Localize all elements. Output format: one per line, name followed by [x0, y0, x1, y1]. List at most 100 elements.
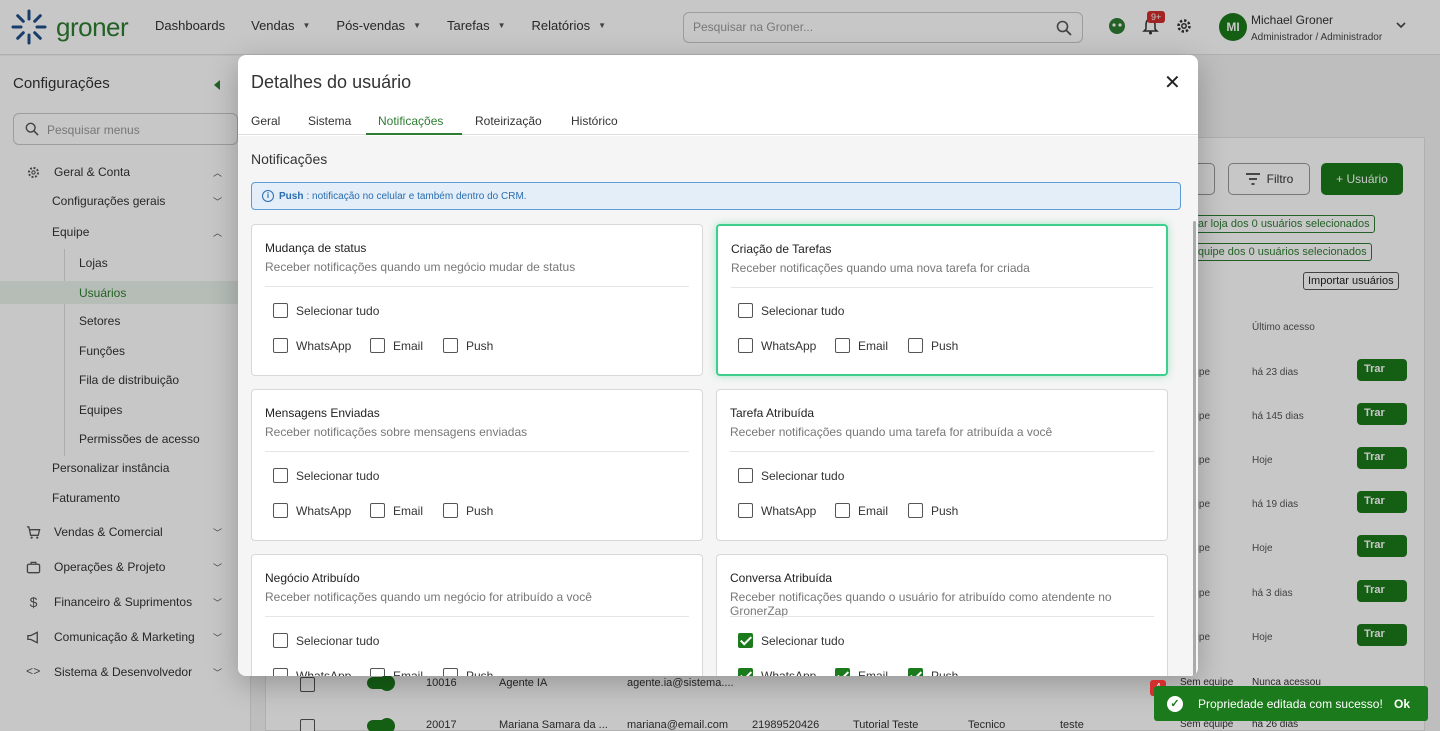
modal-body: Notificações i Push: notificação no celu…	[238, 136, 1198, 676]
card-title: Criação de Tarefas	[731, 242, 832, 256]
whatsapp-checkbox[interactable]	[738, 668, 753, 676]
option-label: Push	[466, 668, 494, 677]
card-description: Receber notificações quando um negócio m…	[265, 260, 576, 274]
option-label: Email	[393, 503, 424, 518]
email-option[interactable]: Email	[370, 668, 423, 676]
option-label: WhatsApp	[761, 503, 817, 518]
option-label: WhatsApp	[761, 668, 817, 677]
email-checkbox[interactable]	[835, 503, 850, 518]
option-label: Selecionar tudo	[296, 468, 380, 483]
card-title: Negócio Atribuído	[265, 571, 360, 585]
whatsapp-checkbox[interactable]	[273, 338, 288, 353]
select-all-option[interactable]: Selecionar tudo	[273, 303, 379, 318]
option-label: Push	[466, 338, 494, 353]
info-bold: Push	[279, 190, 304, 202]
notification-card-negocio-atribuido: Negócio Atribuído Receber notificações qu…	[251, 554, 703, 676]
select-all-option[interactable]: Selecionar tudo	[273, 468, 379, 483]
option-label: Email	[393, 338, 424, 353]
push-checkbox[interactable]	[908, 338, 923, 353]
push-option[interactable]: Push	[443, 338, 493, 353]
push-checkbox[interactable]	[443, 668, 458, 676]
select-all-option[interactable]: Selecionar tudo	[738, 468, 844, 483]
option-label: Push	[931, 338, 959, 353]
notification-card-criacao-tarefas: Criação de Tarefas Receber notificações q…	[716, 224, 1168, 376]
select-all-checkbox[interactable]	[738, 468, 753, 483]
option-label: WhatsApp	[296, 503, 352, 518]
email-checkbox[interactable]	[370, 668, 385, 676]
email-checkbox[interactable]	[835, 668, 850, 676]
option-label: Email	[858, 668, 889, 677]
push-checkbox[interactable]	[443, 503, 458, 518]
select-all-checkbox[interactable]	[738, 303, 753, 318]
info-icon: i	[262, 190, 274, 202]
select-all-checkbox[interactable]	[738, 633, 753, 648]
user-details-modal: Detalhes do usuário ✕ Geral Sistema Noti…	[238, 55, 1198, 676]
option-label: Push	[931, 668, 959, 677]
divider	[265, 286, 689, 287]
push-option[interactable]: Push	[443, 503, 493, 518]
tab-geral[interactable]: Geral	[251, 114, 280, 128]
card-description: Receber notificações quando uma tarefa f…	[730, 425, 1053, 439]
select-all-option[interactable]: Selecionar tudo	[273, 633, 379, 648]
info-text: : notificação no celular e também dentro…	[306, 190, 527, 202]
whatsapp-checkbox[interactable]	[273, 503, 288, 518]
whatsapp-checkbox[interactable]	[738, 338, 753, 353]
option-label: WhatsApp	[296, 668, 352, 677]
whatsapp-option[interactable]: WhatsApp	[738, 338, 816, 353]
select-all-option[interactable]: Selecionar tudo	[738, 303, 844, 318]
option-label: Selecionar tudo	[761, 303, 845, 318]
divider	[730, 616, 1154, 617]
select-all-checkbox[interactable]	[273, 633, 288, 648]
divider	[265, 616, 689, 617]
select-all-option[interactable]: Selecionar tudo	[738, 633, 844, 648]
whatsapp-option[interactable]: WhatsApp	[738, 668, 816, 676]
push-option[interactable]: Push	[908, 668, 958, 676]
select-all-checkbox[interactable]	[273, 303, 288, 318]
email-checkbox[interactable]	[370, 503, 385, 518]
card-title: Mudança de status	[265, 241, 367, 255]
push-option[interactable]: Push	[908, 503, 958, 518]
whatsapp-checkbox[interactable]	[738, 503, 753, 518]
push-checkbox[interactable]	[443, 338, 458, 353]
email-option[interactable]: Email	[835, 503, 888, 518]
email-checkbox[interactable]	[835, 338, 850, 353]
notification-card-mudanca-status: Mudança de status Receber notificações qu…	[251, 224, 703, 376]
option-label: Selecionar tudo	[296, 633, 380, 648]
email-option[interactable]: Email	[370, 503, 423, 518]
push-option[interactable]: Push	[443, 668, 493, 676]
email-option[interactable]: Email	[835, 338, 888, 353]
notification-card-mensagens-enviadas: Mensagens Enviadas Receber notificações s…	[251, 389, 703, 541]
whatsapp-option[interactable]: WhatsApp	[738, 503, 816, 518]
whatsapp-option[interactable]: WhatsApp	[273, 503, 351, 518]
toast-ok-button[interactable]: Ok	[1394, 697, 1410, 711]
whatsapp-option[interactable]: WhatsApp	[273, 338, 351, 353]
toast-message: Propriedade editada com sucesso!	[1198, 697, 1383, 711]
push-checkbox[interactable]	[908, 503, 923, 518]
close-icon[interactable]: ✕	[1164, 73, 1181, 93]
email-option[interactable]: Email	[835, 668, 888, 676]
push-checkbox[interactable]	[908, 668, 923, 676]
card-description: Receber notificações sobre mensagens env…	[265, 425, 528, 439]
push-option[interactable]: Push	[908, 338, 958, 353]
option-label: Selecionar tudo	[761, 468, 845, 483]
tab-notificacoes[interactable]: Notificações	[378, 114, 443, 128]
whatsapp-option[interactable]: WhatsApp	[273, 668, 351, 676]
notification-card-conversa-atribuida: Conversa Atribuída Receber notificações q…	[716, 554, 1168, 676]
option-label: Email	[858, 503, 889, 518]
option-label: WhatsApp	[761, 338, 817, 353]
active-tab-indicator	[366, 133, 462, 135]
tab-historico[interactable]: Histórico	[571, 114, 618, 128]
whatsapp-checkbox[interactable]	[273, 668, 288, 676]
email-option[interactable]: Email	[370, 338, 423, 353]
divider	[731, 287, 1153, 288]
section-title: Notificações	[251, 151, 328, 167]
email-checkbox[interactable]	[370, 338, 385, 353]
option-label: Push	[931, 503, 959, 518]
select-all-checkbox[interactable]	[273, 468, 288, 483]
card-title: Conversa Atribuída	[730, 571, 833, 585]
card-title: Mensagens Enviadas	[265, 406, 380, 420]
success-toast: ✓ Propriedade editada com sucesso! Ok	[1154, 686, 1428, 721]
tab-roteirizacao[interactable]: Roteirização	[475, 114, 542, 128]
scrollbar[interactable]	[1193, 221, 1196, 676]
tab-sistema[interactable]: Sistema	[308, 114, 351, 128]
